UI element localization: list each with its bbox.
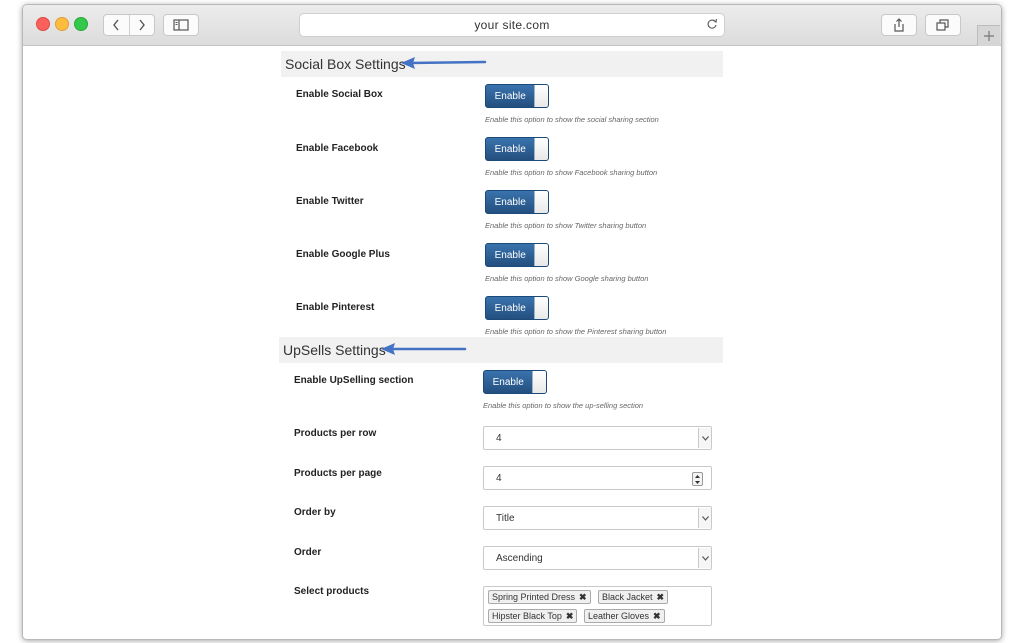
chip-label: Leather Gloves xyxy=(588,611,650,621)
forward-button[interactable] xyxy=(130,15,155,35)
enable-pinterest-hint: Enable this option to show the Pinterest… xyxy=(485,327,667,336)
remove-x-icon[interactable]: ✖ xyxy=(657,592,665,603)
zoom-window-button[interactable] xyxy=(74,17,88,31)
remove-x-icon[interactable]: ✖ xyxy=(653,611,661,622)
order-by-select[interactable]: Title xyxy=(483,506,712,530)
toggle-label: Enable xyxy=(494,196,526,208)
sidebar-icon xyxy=(173,19,189,31)
toggle-knob xyxy=(532,371,546,393)
reload-icon xyxy=(707,18,718,29)
remove-x-icon[interactable]: ✖ xyxy=(579,592,587,603)
products-per-row-label: Products per row xyxy=(294,428,377,439)
enable-twitter-toggle[interactable]: Enable xyxy=(485,190,549,214)
address-text: your site.com xyxy=(474,18,550,32)
enable-social-box-label: Enable Social Box xyxy=(296,89,383,100)
product-chip: Leather Gloves ✖ xyxy=(584,609,665,623)
arrow-left-icon xyxy=(381,343,467,355)
toggle-knob xyxy=(534,191,548,213)
page-content: Social Box Settings Enable Social Box En… xyxy=(23,46,1001,639)
browser-window: your site.com Social Box Settings Enable… xyxy=(22,4,1002,640)
toggle-knob xyxy=(534,138,548,160)
enable-twitter-label: Enable Twitter xyxy=(296,196,364,207)
enable-google-plus-label: Enable Google Plus xyxy=(296,249,390,260)
toggle-label: Enable xyxy=(494,249,526,261)
products-per-page-input[interactable]: 4 xyxy=(483,466,712,490)
enable-twitter-hint: Enable this option to show Twitter shari… xyxy=(485,221,647,230)
upsells-settings-heading: UpSells Settings xyxy=(279,337,723,363)
browser-toolbar: your site.com xyxy=(23,5,1001,46)
social-section-title: Social Box Settings xyxy=(285,56,406,72)
chevron-down-icon xyxy=(698,508,711,528)
stepper-icon[interactable] xyxy=(692,472,703,486)
products-per-row-select[interactable]: 4 xyxy=(483,426,712,450)
enable-upselling-hint: Enable this option to show the up-sellin… xyxy=(483,401,644,410)
chevron-right-icon xyxy=(139,19,145,31)
product-chip: Spring Printed Dress ✖ xyxy=(488,590,591,604)
minimize-window-button[interactable] xyxy=(55,17,69,31)
enable-pinterest-label: Enable Pinterest xyxy=(296,302,375,313)
tabs-button[interactable] xyxy=(925,14,961,36)
new-tab-button[interactable] xyxy=(977,25,1000,46)
products-per-page-label: Products per page xyxy=(294,468,382,479)
remove-x-icon[interactable]: ✖ xyxy=(566,611,574,622)
reload-button[interactable] xyxy=(706,18,718,33)
product-chip: Hipster Black Top ✖ xyxy=(488,609,578,623)
enable-upselling-toggle[interactable]: Enable xyxy=(483,370,547,394)
share-icon xyxy=(894,18,904,32)
toggle-label: Enable xyxy=(494,90,526,102)
chip-label: Black Jacket xyxy=(602,592,653,602)
back-button[interactable] xyxy=(104,15,130,35)
upsells-section-title: UpSells Settings xyxy=(283,342,386,358)
select-products-label: Select products xyxy=(294,586,370,597)
enable-facebook-hint: Enable this option to show Facebook shar… xyxy=(485,168,658,177)
enable-upselling-label: Enable UpSelling section xyxy=(294,375,414,386)
chip-label: Hipster Black Top xyxy=(492,611,562,621)
order-label: Order xyxy=(294,547,322,558)
enable-social-box-toggle[interactable]: Enable xyxy=(485,84,549,108)
enable-pinterest-toggle[interactable]: Enable xyxy=(485,296,549,320)
enable-google-plus-hint: Enable this option to show Google sharin… xyxy=(485,274,649,283)
select-value: Title xyxy=(496,512,515,524)
order-by-label: Order by xyxy=(294,507,336,518)
toggle-knob xyxy=(534,85,548,107)
number-value: 4 xyxy=(496,472,502,484)
product-chip: Black Jacket ✖ xyxy=(598,590,669,604)
chevron-down-icon xyxy=(698,428,711,448)
toggle-knob xyxy=(534,244,548,266)
toggle-knob xyxy=(534,297,548,319)
enable-facebook-label: Enable Facebook xyxy=(296,143,379,154)
toggle-label: Enable xyxy=(492,376,524,388)
plus-icon xyxy=(984,31,994,41)
select-value: Ascending xyxy=(496,552,543,564)
chevron-left-icon xyxy=(113,19,119,31)
chevron-down-icon xyxy=(698,548,711,568)
tabs-icon xyxy=(936,19,949,31)
social-box-settings-heading: Social Box Settings xyxy=(281,51,723,77)
address-bar[interactable]: your site.com xyxy=(299,13,725,37)
sidebar-button[interactable] xyxy=(163,14,199,36)
close-window-button[interactable] xyxy=(36,17,50,31)
order-select[interactable]: Ascending xyxy=(483,546,712,570)
enable-facebook-toggle[interactable]: Enable xyxy=(485,137,549,161)
select-value: 4 xyxy=(496,432,502,444)
share-button[interactable] xyxy=(881,14,917,36)
enable-social-box-hint: Enable this option to show the social sh… xyxy=(485,115,659,124)
history-nav xyxy=(103,14,155,36)
toggle-label: Enable xyxy=(494,143,526,155)
enable-google-plus-toggle[interactable]: Enable xyxy=(485,243,549,267)
toggle-label: Enable xyxy=(494,302,526,314)
select-products-field[interactable]: Spring Printed Dress ✖ Black Jacket ✖ Hips… xyxy=(483,586,712,626)
arrow-left-icon xyxy=(401,57,487,69)
chip-label: Spring Printed Dress xyxy=(492,592,576,602)
